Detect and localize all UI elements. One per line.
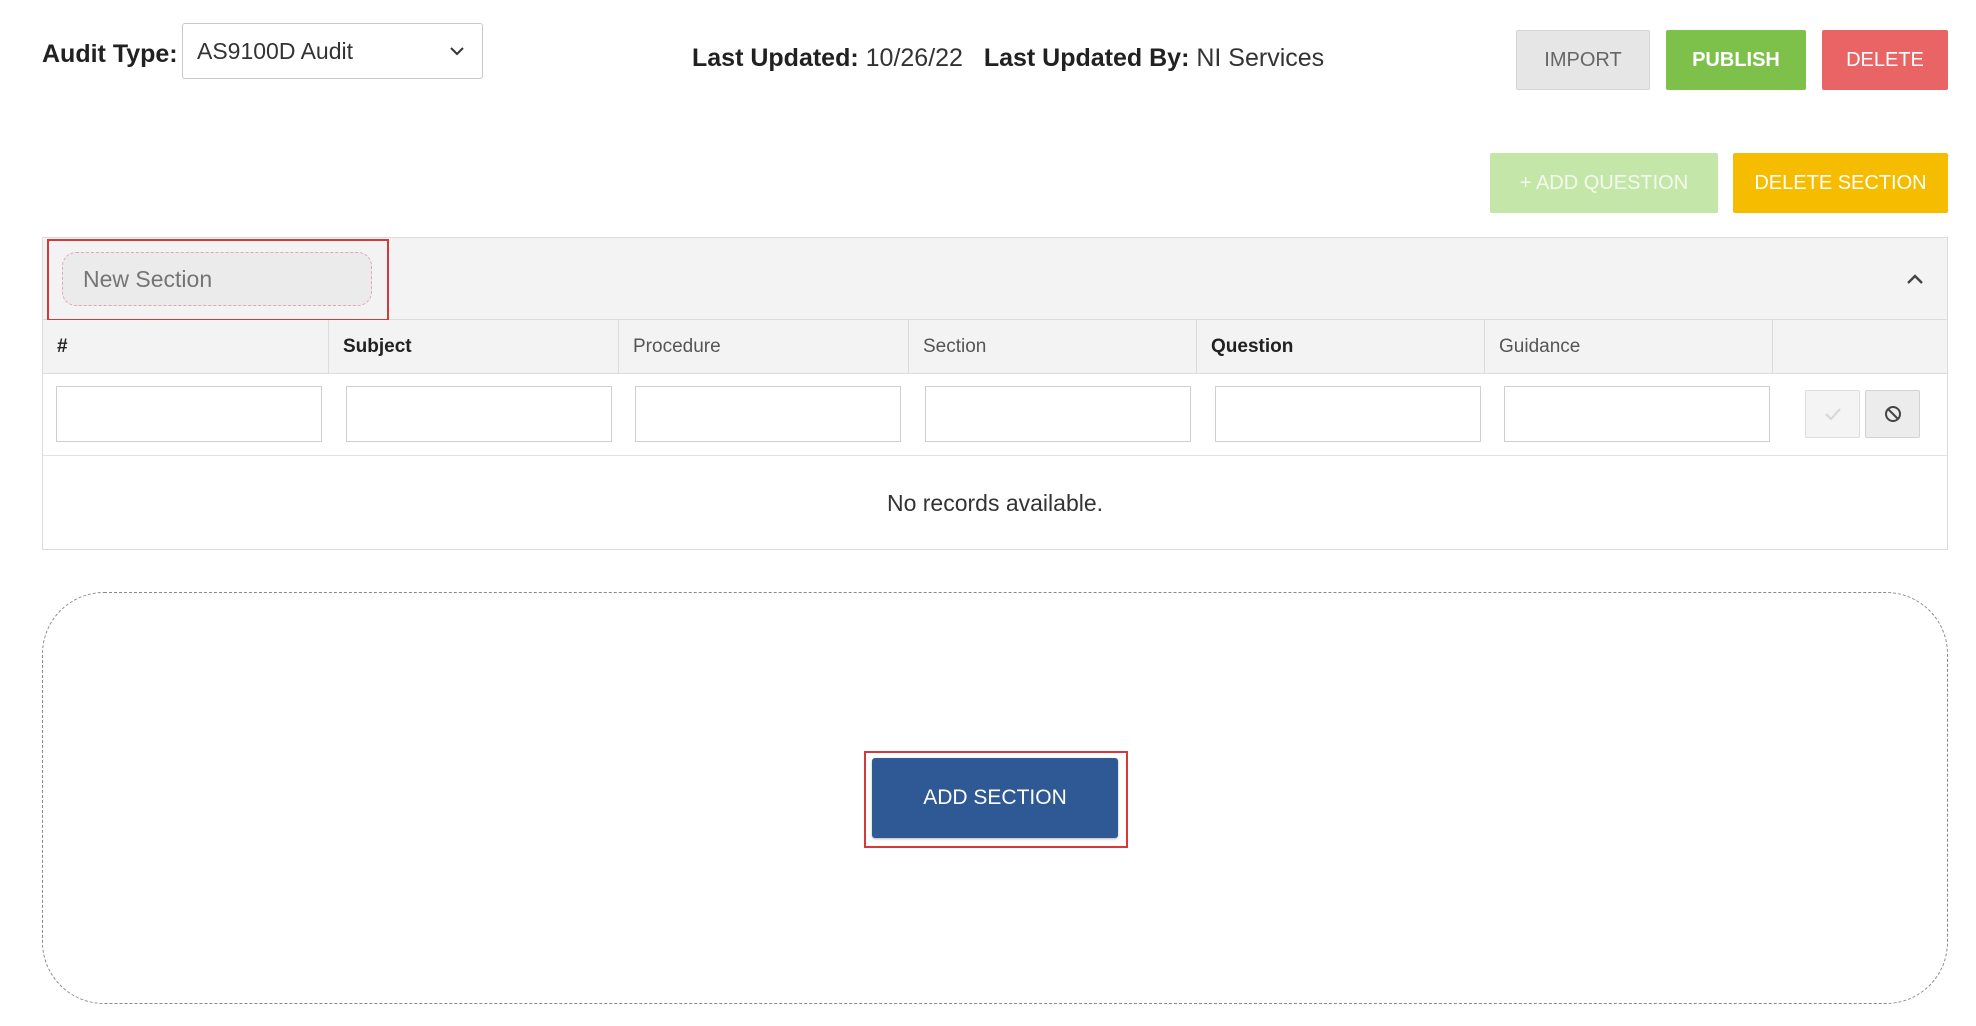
- column-header-subject[interactable]: Subject: [329, 320, 619, 374]
- audit-type-label: Audit Type:: [42, 40, 178, 68]
- column-header-guidance[interactable]: Guidance: [1485, 320, 1773, 374]
- column-header-actions: [1773, 320, 1947, 374]
- last-updated-value: 10/26/22: [865, 44, 963, 72]
- procedure-input[interactable]: [635, 386, 901, 442]
- add-question-button[interactable]: + ADD QUESTION: [1490, 153, 1718, 213]
- last-updated-label: Last Updated:: [692, 44, 859, 72]
- audit-type-select[interactable]: AS9100D Audit: [182, 23, 483, 79]
- column-header-procedure[interactable]: Procedure: [619, 320, 909, 374]
- column-header-number[interactable]: #: [43, 320, 329, 374]
- number-input[interactable]: [56, 386, 322, 442]
- add-section-button[interactable]: ADD SECTION: [872, 758, 1118, 838]
- last-updated-by-label: Last Updated By:: [983, 44, 1190, 72]
- check-icon: [1824, 408, 1841, 421]
- audit-type-selected-value: AS9100D Audit: [197, 37, 354, 64]
- empty-grid-message: No records available.: [886, 489, 1104, 516]
- question-input[interactable]: [1215, 386, 1481, 442]
- column-header-question[interactable]: Question: [1197, 320, 1485, 374]
- chevron-down-icon: [450, 47, 464, 56]
- cancel-row-button[interactable]: [1865, 390, 1920, 438]
- column-header-section[interactable]: Section: [909, 320, 1197, 374]
- save-row-button[interactable]: [1805, 390, 1860, 438]
- cancel-icon: [1884, 406, 1901, 422]
- last-updated-by-value: NI Services: [1196, 44, 1325, 72]
- grid-header: # Subject Procedure Section Question Gui…: [43, 320, 1947, 374]
- guidance-input[interactable]: [1504, 386, 1770, 442]
- section-panel: # Subject Procedure Section Question Gui…: [42, 237, 1948, 550]
- delete-section-button[interactable]: DELETE SECTION: [1733, 153, 1948, 213]
- section-header: [43, 238, 1947, 321]
- subject-input[interactable]: [346, 386, 612, 442]
- section-input[interactable]: [925, 386, 1191, 442]
- publish-button[interactable]: PUBLISH: [1666, 30, 1806, 90]
- new-row-editor: [43, 374, 1947, 456]
- import-button[interactable]: IMPORT: [1516, 30, 1650, 90]
- delete-button[interactable]: DELETE: [1822, 30, 1948, 90]
- section-name-input[interactable]: [62, 252, 372, 306]
- chevron-up-icon[interactable]: [1905, 272, 1925, 286]
- last-updated-info: Last Updated: 10/26/22 Last Updated By: …: [692, 44, 1324, 73]
